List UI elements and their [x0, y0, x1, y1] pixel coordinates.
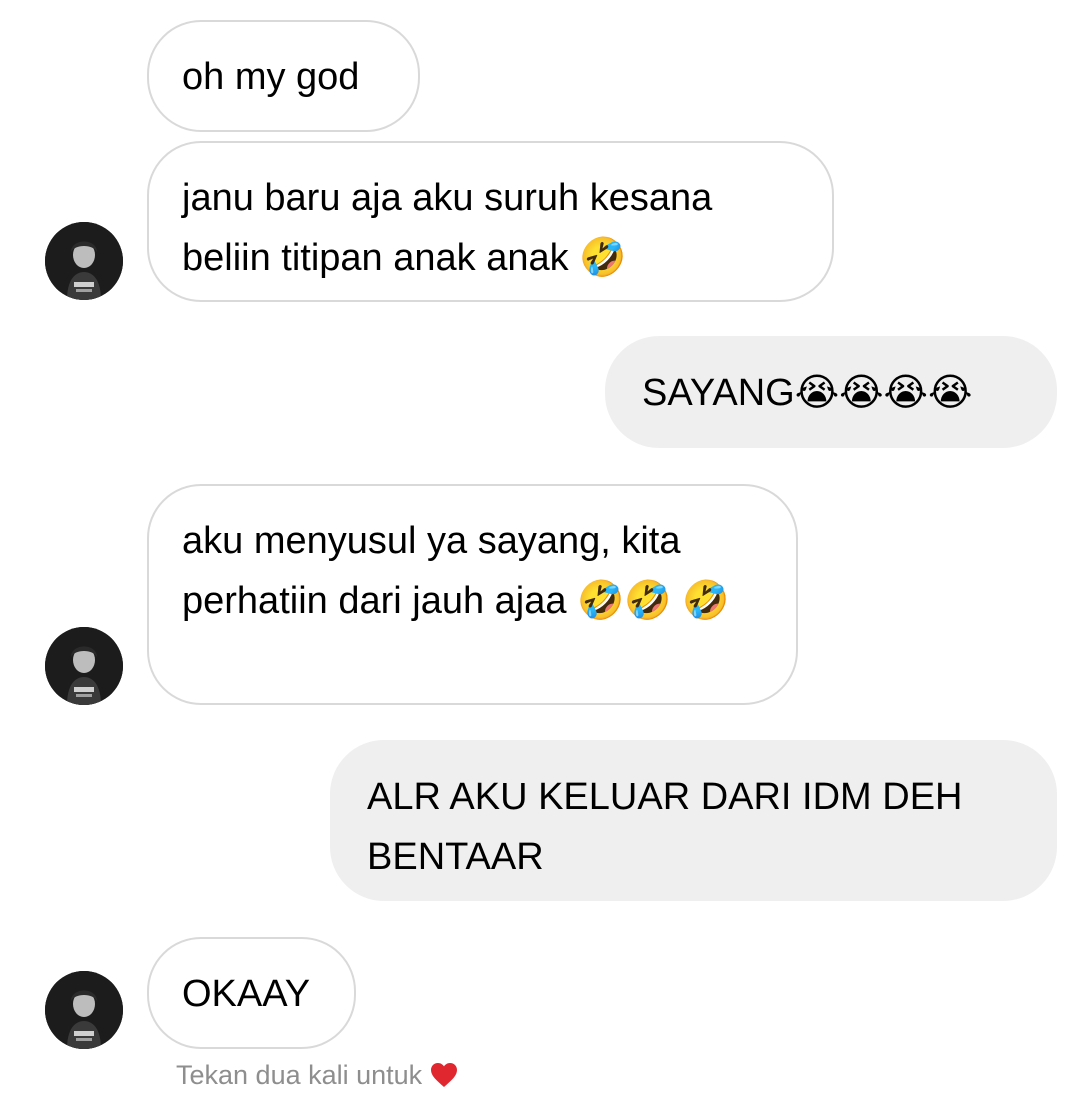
- message-text: oh my god: [182, 56, 360, 98]
- avatar-photo: [45, 627, 123, 705]
- message-text: ALR AKU KELUAR DARI IDM DEH BENTAAR: [367, 776, 963, 878]
- message-text: SAYANG😭😭😭😭: [642, 372, 973, 414]
- message-bubble-incoming[interactable]: aku menyusul ya sayang, kita perhatiin d…: [147, 484, 798, 705]
- double-tap-hint: Tekan dua kali untuk: [176, 1058, 458, 1096]
- message-text: OKAAY: [182, 973, 311, 1015]
- message-text: janu baru aja aku suruh kesana beliin ti…: [182, 177, 713, 279]
- profile-avatar-icon[interactable]: [45, 222, 123, 300]
- message-bubble-outgoing[interactable]: ALR AKU KELUAR DARI IDM DEH BENTAAR: [330, 740, 1057, 901]
- profile-avatar-icon[interactable]: [45, 627, 123, 705]
- message-bubble-incoming[interactable]: oh my god: [147, 20, 420, 132]
- message-bubble-outgoing[interactable]: SAYANG😭😭😭😭: [605, 336, 1057, 448]
- hint-text: Tekan dua kali untuk: [176, 1060, 423, 1090]
- avatar-photo: [45, 971, 123, 1049]
- profile-avatar-icon[interactable]: [45, 971, 123, 1049]
- message-bubble-incoming[interactable]: janu baru aja aku suruh kesana beliin ti…: [147, 141, 834, 302]
- heart-icon: [430, 1062, 458, 1096]
- message-bubble-incoming[interactable]: OKAAY: [147, 937, 356, 1049]
- message-text: aku menyusul ya sayang, kita perhatiin d…: [182, 520, 730, 622]
- avatar-photo: [45, 222, 123, 300]
- message-thread: oh my god janu baru aja aku suruh kesana…: [0, 0, 1080, 1105]
